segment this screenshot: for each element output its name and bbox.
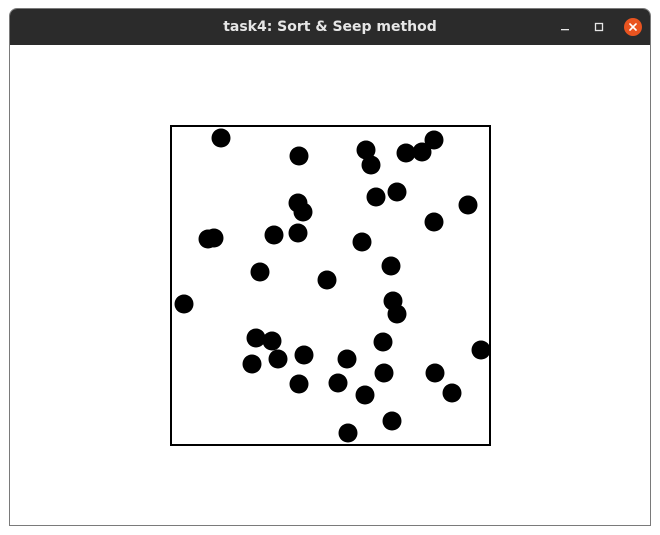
ball: [381, 256, 401, 276]
minimize-icon: [561, 29, 569, 31]
ball: [211, 128, 231, 148]
ball: [374, 363, 394, 383]
ball: [387, 182, 407, 202]
ball: [246, 328, 266, 348]
close-icon: [624, 18, 642, 36]
ball: [425, 363, 445, 383]
title-bar[interactable]: task4: Sort & Seep method: [10, 9, 650, 45]
ball: [250, 262, 270, 282]
ball: [337, 349, 357, 369]
ball: [262, 331, 282, 351]
ball: [424, 212, 444, 232]
ball: [366, 187, 386, 207]
ball: [294, 345, 314, 365]
ball: [355, 385, 375, 405]
ball: [174, 294, 194, 314]
ball: [289, 146, 309, 166]
app-window: task4: Sort & Seep method: [9, 8, 651, 526]
ball: [289, 374, 309, 394]
ball: [293, 202, 313, 222]
ball: [242, 354, 262, 374]
canvas-area: [10, 45, 650, 525]
simulation-canvas: [170, 125, 491, 446]
ball: [424, 130, 444, 150]
ball: [317, 270, 337, 290]
ball-group: [174, 128, 491, 443]
ball: [204, 228, 224, 248]
minimize-button[interactable]: [553, 15, 577, 39]
ball: [382, 411, 402, 431]
ball: [373, 332, 393, 352]
ball: [268, 349, 288, 369]
ball: [471, 340, 491, 360]
ball: [338, 423, 358, 443]
maximize-button[interactable]: [587, 15, 611, 39]
ball: [361, 155, 381, 175]
ball: [264, 225, 284, 245]
close-button[interactable]: [621, 15, 645, 39]
ball: [442, 383, 462, 403]
ball: [288, 223, 308, 243]
maximize-icon: [594, 22, 604, 32]
ball: [458, 195, 478, 215]
ball: [328, 373, 348, 393]
ball: [352, 232, 372, 252]
ball: [387, 304, 407, 324]
